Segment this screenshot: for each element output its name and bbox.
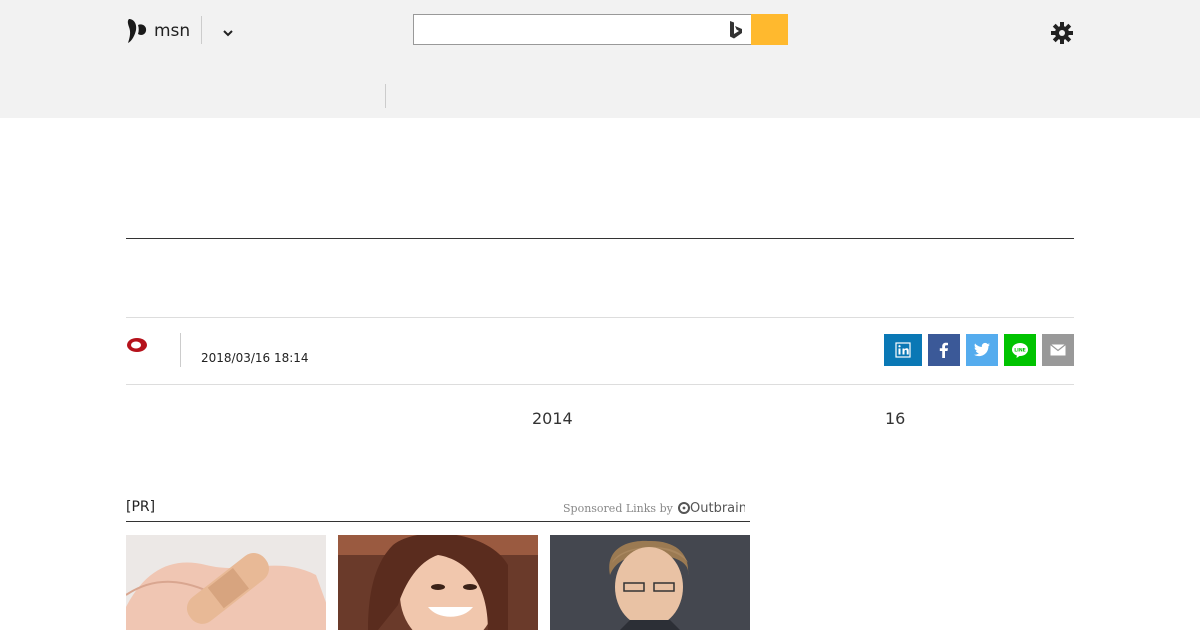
sponsored-thumbnail-man[interactable]	[550, 535, 750, 630]
article-body-fragment: 16	[885, 409, 906, 428]
nav-divider	[385, 84, 386, 108]
svg-text:Outbrain: Outbrain	[690, 501, 745, 516]
article-body-fragment: 2014	[532, 409, 573, 428]
woman-image	[338, 535, 538, 630]
share-twitter-button[interactable]	[966, 334, 998, 366]
logo-text: msn	[154, 21, 191, 41]
twitter-icon	[973, 342, 990, 357]
msn-logo[interactable]: msn	[126, 16, 190, 46]
mail-icon	[1050, 344, 1066, 356]
line-icon: LINE	[1012, 342, 1028, 358]
bandage-image	[126, 535, 326, 630]
sponsored-thumbnail-woman[interactable]	[338, 535, 538, 630]
article-timestamp: 2018/03/16 18:14	[201, 351, 309, 365]
share-line-button[interactable]: LINE	[1004, 334, 1036, 366]
share-linkedin-button[interactable]	[884, 334, 922, 366]
man-image	[550, 535, 750, 630]
source-logo-icon[interactable]	[126, 336, 150, 354]
pr-rule	[126, 521, 750, 522]
pr-label: [PR]	[126, 499, 156, 515]
share-facebook-button[interactable]	[928, 334, 960, 366]
meta-divider	[180, 333, 181, 367]
facebook-icon	[939, 342, 948, 358]
meta-rule-top	[126, 317, 1074, 318]
sponsored-links-text: Sponsored Links by	[563, 501, 673, 515]
butterfly-icon	[127, 19, 147, 43]
search-input[interactable]	[414, 15, 730, 44]
linkedin-icon	[895, 342, 911, 358]
gear-icon[interactable]	[1050, 21, 1074, 45]
sponsored-links[interactable]: Sponsored Links by Outbrain	[563, 500, 745, 516]
top-header: msn	[0, 0, 1200, 118]
logo-divider	[201, 16, 202, 44]
chevron-down-icon[interactable]	[219, 24, 237, 42]
meta-rule-bottom	[126, 384, 1074, 385]
share-mail-button[interactable]	[1042, 334, 1074, 366]
sponsored-thumbnail-bandage[interactable]	[126, 535, 326, 630]
search-box	[413, 14, 788, 45]
title-rule	[126, 238, 1074, 239]
outbrain-logo-icon: Outbrain	[677, 501, 745, 516]
svg-text:LINE: LINE	[1014, 347, 1026, 353]
bing-icon	[730, 21, 742, 39]
search-button[interactable]	[751, 14, 788, 45]
